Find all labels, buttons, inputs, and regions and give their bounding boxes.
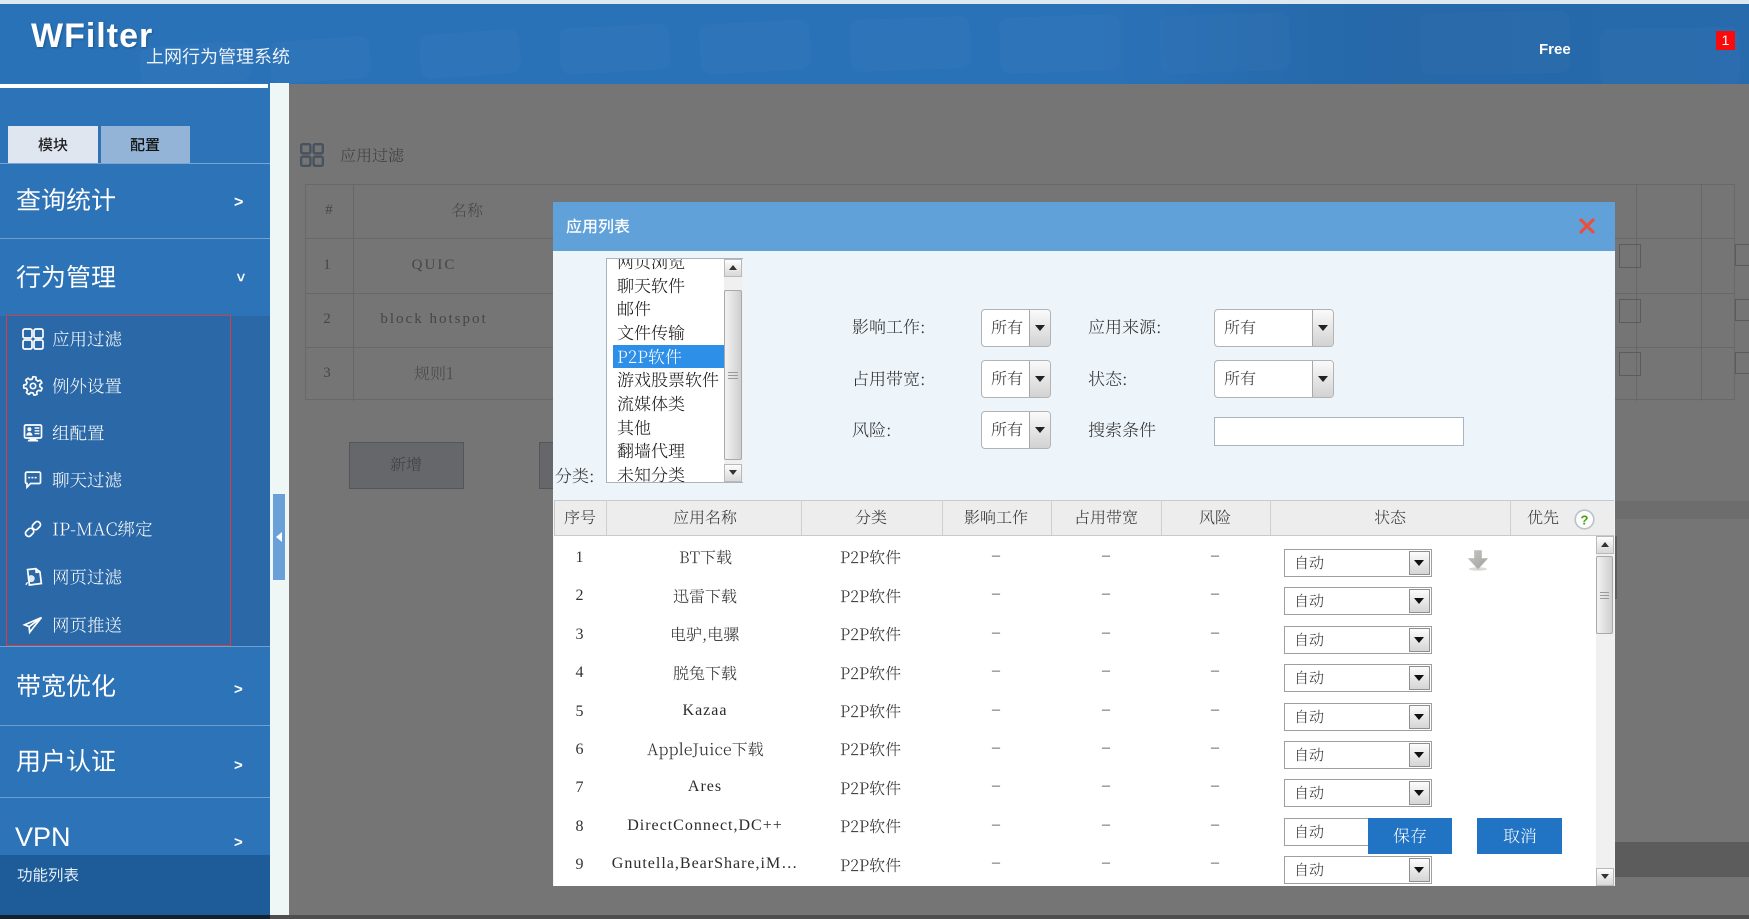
svg-text:?: ? [1581, 512, 1589, 527]
